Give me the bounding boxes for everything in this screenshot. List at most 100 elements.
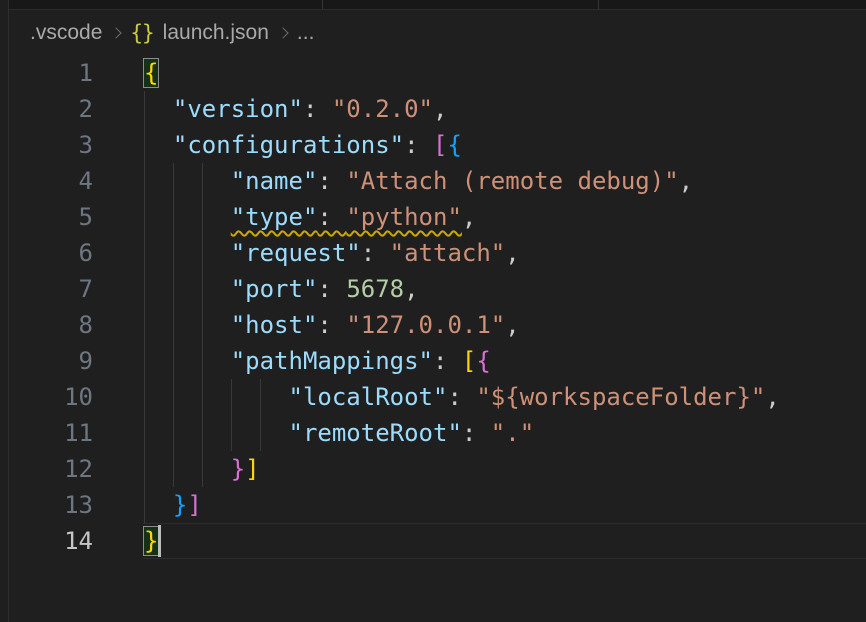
code-token: "name" xyxy=(231,167,318,195)
indent-guide xyxy=(202,415,203,451)
code-token: "python" xyxy=(346,203,462,231)
indent-guide xyxy=(144,343,145,379)
code-line-content: "host": "127.0.0.1", xyxy=(144,307,866,343)
code-token: [ xyxy=(433,131,447,159)
code-line-content: }] xyxy=(144,487,866,523)
indent-guide xyxy=(144,91,145,127)
line-number[interactable]: 10 xyxy=(9,379,93,415)
indent-guide xyxy=(173,307,174,343)
breadcrumb: .vscode {} launch.json ... xyxy=(30,11,314,54)
code-token xyxy=(144,311,231,339)
indent-guide xyxy=(231,379,232,415)
code-token: , xyxy=(505,311,519,339)
line-number[interactable]: 13 xyxy=(9,487,93,523)
code-token: : xyxy=(404,131,433,159)
line-number[interactable]: 12 xyxy=(9,451,93,487)
code-token xyxy=(144,419,289,447)
code-line[interactable]: 6 "request": "attach", xyxy=(9,235,866,271)
code-line[interactable]: 5 "type": "python", xyxy=(9,199,866,235)
code-token: "Attach (remote debug)" xyxy=(346,167,678,195)
code-line-content: "remoteRoot": "." xyxy=(144,415,866,451)
line-number[interactable]: 6 xyxy=(9,235,93,271)
indent-guide xyxy=(202,199,203,235)
code-area[interactable]: 1{2 "version": "0.2.0",3 "configurations… xyxy=(9,55,866,559)
indent-guide xyxy=(231,415,232,451)
tab-separator xyxy=(322,0,323,9)
code-token: "0.2.0" xyxy=(332,95,433,123)
code-line[interactable]: 11 "remoteRoot": "." xyxy=(9,415,866,451)
code-token: "pathMappings" xyxy=(231,347,433,375)
indent-guide xyxy=(173,163,174,199)
code-token: : xyxy=(317,167,346,195)
indent-guide xyxy=(173,415,174,451)
breadcrumb-symbol-ellipsis[interactable]: ... xyxy=(297,21,315,45)
code-token: 5678 xyxy=(346,275,404,303)
line-number[interactable]: 7 xyxy=(9,271,93,307)
code-token xyxy=(144,239,231,267)
text-cursor xyxy=(158,525,161,557)
bracket-match: } xyxy=(144,527,158,555)
code-line[interactable]: 7 "port": 5678, xyxy=(9,271,866,307)
indent-guide xyxy=(202,163,203,199)
indent-guide xyxy=(144,127,145,163)
code-token: "version" xyxy=(173,95,303,123)
code-line[interactable]: 3 "configurations": [{ xyxy=(9,127,866,163)
indent-guide xyxy=(173,379,174,415)
line-number[interactable]: 2 xyxy=(9,91,93,127)
code-token xyxy=(144,167,231,195)
line-number[interactable]: 4 xyxy=(9,163,93,199)
code-token: , xyxy=(765,383,779,411)
chevron-right-icon xyxy=(111,27,122,38)
line-number[interactable]: 14 xyxy=(9,523,93,559)
code-line-content: "type": "python", xyxy=(144,199,866,235)
code-line[interactable]: 12 }] xyxy=(9,451,866,487)
indent-guide xyxy=(144,379,145,415)
code-token: "127.0.0.1" xyxy=(346,311,505,339)
code-token: : xyxy=(317,203,346,231)
code-line-content: "port": 5678, xyxy=(144,271,866,307)
current-line-highlight xyxy=(143,523,866,559)
code-line[interactable]: 9 "pathMappings": [{ xyxy=(9,343,866,379)
indent-guide xyxy=(202,379,203,415)
tab-separator xyxy=(598,0,599,9)
code-token: "attach" xyxy=(390,239,506,267)
indent-guide xyxy=(260,415,261,451)
code-token xyxy=(144,131,173,159)
code-line[interactable]: 4 "name": "Attach (remote debug)", xyxy=(9,163,866,199)
breadcrumb-folder[interactable]: .vscode xyxy=(30,21,102,45)
line-number[interactable]: 11 xyxy=(9,415,93,451)
indent-guide xyxy=(173,343,174,379)
code-token: , xyxy=(462,203,476,231)
line-number[interactable]: 5 xyxy=(9,199,93,235)
line-number[interactable]: 3 xyxy=(9,127,93,163)
code-line-content: "request": "attach", xyxy=(144,235,866,271)
line-number[interactable]: 1 xyxy=(9,55,93,91)
indent-guide xyxy=(144,415,145,451)
code-line[interactable]: 8 "host": "127.0.0.1", xyxy=(9,307,866,343)
code-line-content: "configurations": [{ xyxy=(144,127,866,163)
indent-guide xyxy=(202,343,203,379)
code-line[interactable]: 2 "version": "0.2.0", xyxy=(9,91,866,127)
code-token: "port" xyxy=(231,275,318,303)
code-line-content: "localRoot": "${workspaceFolder}", xyxy=(144,379,866,415)
code-line[interactable]: 1{ xyxy=(9,55,866,91)
breadcrumb-file[interactable]: launch.json xyxy=(163,21,269,45)
code-token: , xyxy=(433,95,447,123)
code-token: { xyxy=(476,347,490,375)
code-token: , xyxy=(505,239,519,267)
code-token xyxy=(144,383,289,411)
indent-guide xyxy=(144,451,145,487)
indent-guide xyxy=(260,379,261,415)
code-line-content: } xyxy=(144,523,866,559)
code-token xyxy=(144,275,231,303)
code-token: "request" xyxy=(231,239,361,267)
line-number[interactable]: 9 xyxy=(9,343,93,379)
code-line[interactable]: 10 "localRoot": "${workspaceFolder}", xyxy=(9,379,866,415)
indent-guide xyxy=(144,163,145,199)
line-number[interactable]: 8 xyxy=(9,307,93,343)
code-line[interactable]: 14} xyxy=(9,523,866,559)
code-line[interactable]: 13 }] xyxy=(9,487,866,523)
code-token: "type" xyxy=(231,203,318,231)
code-token: : xyxy=(317,275,346,303)
code-token: ] xyxy=(187,491,201,519)
